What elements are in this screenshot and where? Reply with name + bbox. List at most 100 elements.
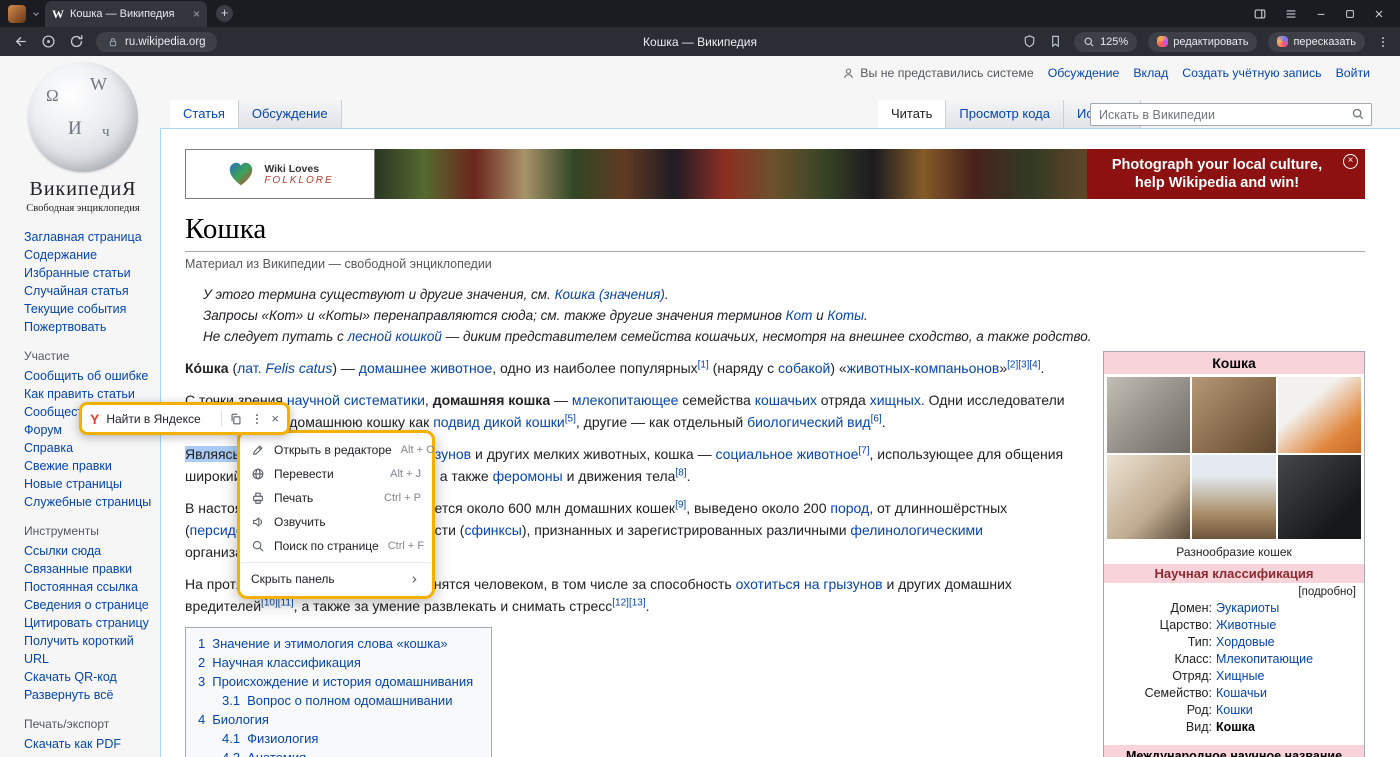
zoom-control[interactable]: 125%: [1074, 32, 1137, 52]
minimize-window-icon[interactable]: [1315, 8, 1327, 20]
wiki-link[interactable]: сфинксы: [464, 522, 521, 538]
taxonomy-value[interactable]: Кошачьи: [1216, 685, 1364, 702]
sidebar-link[interactable]: Справка: [24, 441, 73, 455]
reference-link[interactable]: [13]: [629, 597, 646, 608]
classification-details-link[interactable]: [подробно]: [1104, 583, 1364, 600]
sidebar-link[interactable]: Скачать QR-код: [24, 670, 117, 684]
tab-list-chevron-icon[interactable]: [31, 9, 41, 19]
taxonomy-value[interactable]: Млекопитающие: [1216, 651, 1364, 668]
reference-link[interactable]: [6]: [871, 413, 882, 424]
reference-link[interactable]: [9]: [675, 499, 686, 510]
wiki-link[interactable]: лесной кошкой: [348, 329, 442, 344]
sidebar-link[interactable]: Пожертвовать: [24, 320, 106, 334]
taxonomy-value[interactable]: Кошки: [1216, 702, 1364, 719]
sidebar-link[interactable]: Текущие события: [24, 302, 126, 316]
toc-item[interactable]: 3Происхождение и история одомашнивания: [198, 672, 473, 691]
wiki-link[interactable]: домашнее животное: [359, 360, 492, 376]
find-in-yandex-label[interactable]: Найти в Яндексе: [106, 412, 214, 426]
cat-photo-gray-lying[interactable]: [1107, 377, 1190, 453]
sidebar-link[interactable]: Ссылки сюда: [24, 544, 101, 558]
reference-link[interactable]: [3]: [1018, 359, 1029, 370]
new-tab-button[interactable]: +: [216, 5, 233, 22]
wiki-link[interactable]: животных-компаньонов: [847, 360, 1000, 376]
reference-link[interactable]: [1]: [698, 359, 709, 370]
cat-photo-red-white[interactable]: [1278, 377, 1361, 453]
menu-item[interactable]: ПечатьCtrl + P: [240, 486, 432, 510]
reference-link[interactable]: [12]: [612, 597, 629, 608]
sidebar-link[interactable]: Постоянная ссылка: [24, 580, 138, 594]
wiki-link[interactable]: кошачьих: [755, 392, 817, 408]
toc-item[interactable]: 4.2Анатомия: [222, 748, 473, 757]
browser-menu-icon[interactable]: [1284, 7, 1298, 21]
wiki-link[interactable]: Кот: [786, 308, 813, 323]
toc-item[interactable]: 4.1Физиология: [222, 729, 473, 748]
edit-button[interactable]: редактировать: [1148, 32, 1257, 52]
tab-close-icon[interactable]: ×: [193, 7, 200, 21]
popup-kebab-icon[interactable]: [250, 412, 264, 426]
menu-item[interactable]: Поиск по страницеCtrl + F: [240, 534, 432, 558]
protect-icon[interactable]: [1022, 34, 1037, 49]
taxonomy-value[interactable]: Животные: [1216, 617, 1364, 634]
taxonomy-value[interactable]: Хищные: [1216, 668, 1364, 685]
sidebar-link[interactable]: Скачать как PDF: [24, 737, 121, 751]
wiki-link[interactable]: млекопитающее: [572, 392, 679, 408]
cat-photo-black[interactable]: [1278, 455, 1361, 539]
menu-item[interactable]: Озвучить: [240, 510, 432, 534]
sidebar-link[interactable]: Как править статьи: [24, 387, 135, 401]
personal-link[interactable]: Обсуждение: [1048, 66, 1120, 80]
wiki-link[interactable]: научной систематики: [287, 392, 425, 408]
wiki-link[interactable]: хищных: [870, 392, 921, 408]
kebab-menu-icon[interactable]: [1376, 35, 1390, 49]
sidebar-link[interactable]: Свежие правки: [24, 459, 112, 473]
view-tab[interactable]: Просмотр кода: [946, 100, 1064, 128]
toc-link[interactable]: Биология: [212, 712, 269, 727]
side-panel-icon[interactable]: [1253, 7, 1267, 21]
sidebar-link[interactable]: Сведения о странице: [24, 598, 149, 612]
page-tab[interactable]: Статья: [170, 100, 239, 128]
sidebar-link[interactable]: Развернуть всё: [24, 688, 113, 702]
cat-photo-siamese[interactable]: [1107, 455, 1190, 539]
toc-link[interactable]: Анатомия: [247, 750, 306, 757]
wiki-link[interactable]: социальное животное: [716, 446, 859, 462]
page-tab[interactable]: Обсуждение: [239, 100, 342, 128]
wiki-link[interactable]: феромоны: [493, 468, 563, 484]
toc-item[interactable]: 4Биология: [198, 710, 473, 729]
toc-link[interactable]: Физиология: [247, 731, 318, 746]
back-icon[interactable]: [13, 34, 28, 49]
banner-close-icon[interactable]: ×: [1343, 154, 1358, 169]
wiki-link[interactable]: дикой кошки: [484, 414, 565, 430]
wiki-link[interactable]: лат.: [237, 360, 261, 376]
sidebar-link[interactable]: Новые страницы: [24, 477, 122, 491]
yandex-find-popup[interactable]: Y Найти в Яндексе ×: [79, 402, 290, 435]
bookmark-icon[interactable]: [1048, 34, 1063, 49]
reference-link[interactable]: [4]: [1029, 359, 1040, 370]
toc-link[interactable]: Происхождение и история одомашнивания: [212, 674, 473, 689]
personal-link[interactable]: Войти: [1336, 66, 1370, 80]
taxonomy-value[interactable]: Эукариоты: [1216, 600, 1364, 617]
wiki-link[interactable]: подвид: [433, 414, 480, 430]
wiki-link[interactable]: пород: [830, 500, 869, 516]
maximize-window-icon[interactable]: [1344, 8, 1356, 20]
sidebar-link[interactable]: Получить короткий URL: [24, 634, 134, 666]
sidebar-link[interactable]: Избранные статьи: [24, 266, 131, 280]
toc-item[interactable]: 1Значение и этимология слова «кошка»: [198, 634, 473, 653]
sidebar-link[interactable]: Цитировать страницу: [24, 616, 149, 630]
sidebar-link[interactable]: Случайная статья: [24, 284, 129, 298]
copy-icon[interactable]: [229, 412, 243, 426]
taxonomy-value[interactable]: Хордовые: [1216, 634, 1364, 651]
reference-link[interactable]: [7]: [858, 445, 869, 456]
cat-photo-tabby-standing[interactable]: [1192, 377, 1275, 453]
menu-item[interactable]: ПеревестиAlt + J: [240, 462, 432, 486]
wiki-link[interactable]: Felis catus: [265, 360, 332, 376]
wiki-link[interactable]: фелинологическими: [850, 522, 983, 538]
menu-item-hide-panel[interactable]: Скрыть панель: [240, 567, 432, 591]
toc-link[interactable]: Значение и этимология слова «кошка»: [212, 636, 447, 651]
browser-tab[interactable]: W Кошка — Википедия ×: [45, 1, 207, 27]
wiki-link[interactable]: биологический вид: [747, 414, 871, 430]
view-tab[interactable]: Читать: [878, 100, 946, 128]
sidebar-link[interactable]: Связанные правки: [24, 562, 132, 576]
sidebar-link[interactable]: Заглавная страница: [24, 230, 142, 244]
toc-item[interactable]: 3.1Вопрос о полном одомашнивании: [222, 691, 473, 710]
address-bar[interactable]: ru.wikipedia.org: [96, 32, 217, 52]
personal-link[interactable]: Вклад: [1133, 66, 1168, 80]
